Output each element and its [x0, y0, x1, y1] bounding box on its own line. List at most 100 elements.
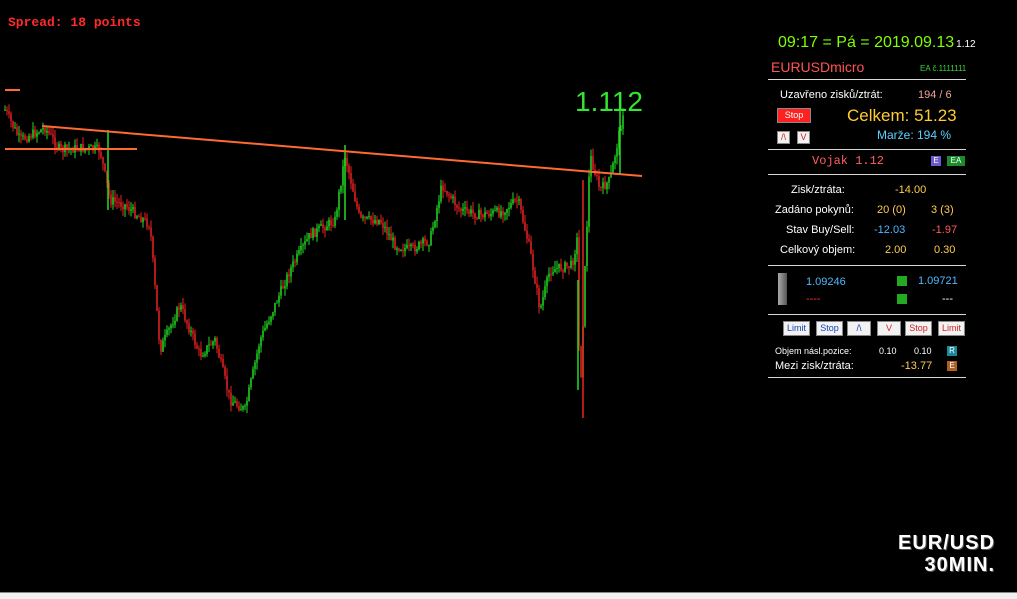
candle-body [448, 194, 450, 196]
candle-body [116, 201, 118, 203]
candle-body [120, 202, 122, 207]
buy-small-button[interactable]: /\ [777, 131, 790, 144]
sell-stop-button[interactable]: Stop [905, 321, 932, 336]
candle-body [252, 368, 254, 379]
candle-body [424, 238, 426, 242]
candle-body [260, 337, 262, 347]
candle-body [554, 268, 556, 273]
candle-body [288, 274, 290, 277]
candle-body [406, 244, 408, 249]
candle-body [38, 132, 40, 134]
r-badge[interactable]: R [947, 346, 957, 356]
candle-body [232, 402, 234, 406]
candle-body [266, 323, 268, 328]
price-chart[interactable] [0, 0, 760, 598]
candle-body [338, 191, 340, 210]
volume-label: Celkový objem: [780, 244, 856, 256]
candle-body [458, 207, 460, 209]
candle-body [342, 166, 344, 186]
candle-body [454, 196, 456, 206]
profit-loss-label: Zisk/ztráta: [791, 184, 845, 196]
e-badge[interactable]: E [931, 156, 941, 166]
candle-body [552, 272, 554, 275]
sell-small-button[interactable]: V [797, 131, 810, 144]
buy-stop-button[interactable]: Stop [816, 321, 843, 336]
candle-body [374, 220, 376, 224]
candle-body [560, 263, 562, 271]
candle-body [550, 273, 552, 275]
candle-body [96, 144, 98, 146]
stop-all-button[interactable]: Stop [777, 108, 811, 123]
slider-handle[interactable] [778, 273, 787, 305]
candle-body [426, 241, 428, 246]
candle-body [258, 346, 260, 354]
candle-body [616, 148, 618, 157]
price-sell: 1.09721 [918, 275, 958, 287]
candle-body [290, 267, 292, 277]
candle-body [498, 207, 500, 217]
candle-body [492, 210, 494, 214]
dash-buy: ---- [806, 293, 821, 305]
candle-body [400, 249, 402, 251]
candle-body [566, 262, 568, 267]
candle-body [522, 209, 524, 223]
candle-body [8, 111, 10, 114]
candle-body [242, 406, 244, 410]
candle-body [518, 199, 520, 201]
candle-body [182, 305, 184, 310]
watermark-symbol: EUR/USD [898, 532, 996, 554]
candle-body [330, 219, 332, 225]
candle-body [146, 218, 148, 227]
candle-body [612, 162, 614, 173]
sell-limit-button[interactable]: Limit [938, 321, 965, 336]
candle-body [110, 194, 112, 205]
candle-body [164, 335, 166, 341]
buy-button[interactable]: /\ [847, 321, 871, 336]
candle-body [130, 209, 132, 211]
candle-body [570, 260, 572, 268]
candle-body [16, 127, 18, 135]
candle-body [40, 129, 42, 133]
candle-body [118, 201, 120, 203]
ea-badge[interactable]: EA [947, 156, 965, 166]
candle-body [138, 216, 140, 218]
clock-text: 09:17 = Pá = 2019.09.13 [778, 34, 955, 51]
candle-body [442, 185, 444, 191]
candle-body [356, 201, 358, 207]
candle-body [436, 208, 438, 222]
candle-body [220, 357, 222, 360]
candle-body [480, 209, 482, 215]
candle-body [238, 405, 240, 411]
e2-badge[interactable]: E [947, 361, 957, 371]
candle-body [372, 220, 374, 224]
ea-number: EA č.1111111 [920, 64, 967, 73]
sell-button[interactable]: V [877, 321, 901, 336]
candle-body [224, 367, 226, 376]
candle-body [200, 348, 202, 357]
dash-sell: --- [942, 293, 953, 305]
candle-body [140, 216, 142, 223]
buy-limit-button[interactable]: Limit [783, 321, 810, 336]
candle-body [22, 135, 24, 137]
divider [768, 149, 966, 150]
candle-body [500, 211, 502, 217]
candle-body [28, 136, 30, 142]
candle-body [216, 338, 218, 349]
version-label: 1.12 [956, 39, 976, 50]
candle-body [82, 143, 84, 152]
candle-body [510, 203, 512, 208]
candle-body [602, 182, 604, 188]
candle-body [190, 330, 192, 333]
candle-body [10, 113, 12, 122]
candle-body [296, 253, 298, 263]
candle-body [196, 344, 198, 349]
candle-body [170, 325, 172, 329]
candle-body [328, 219, 330, 227]
state-sell: -1.97 [932, 224, 958, 236]
candle-body [128, 207, 130, 211]
candle-body [256, 353, 258, 363]
candle-body [546, 277, 548, 287]
candle-body [496, 207, 498, 211]
volume-sell: 0.30 [934, 244, 956, 256]
candle-body [370, 215, 372, 221]
